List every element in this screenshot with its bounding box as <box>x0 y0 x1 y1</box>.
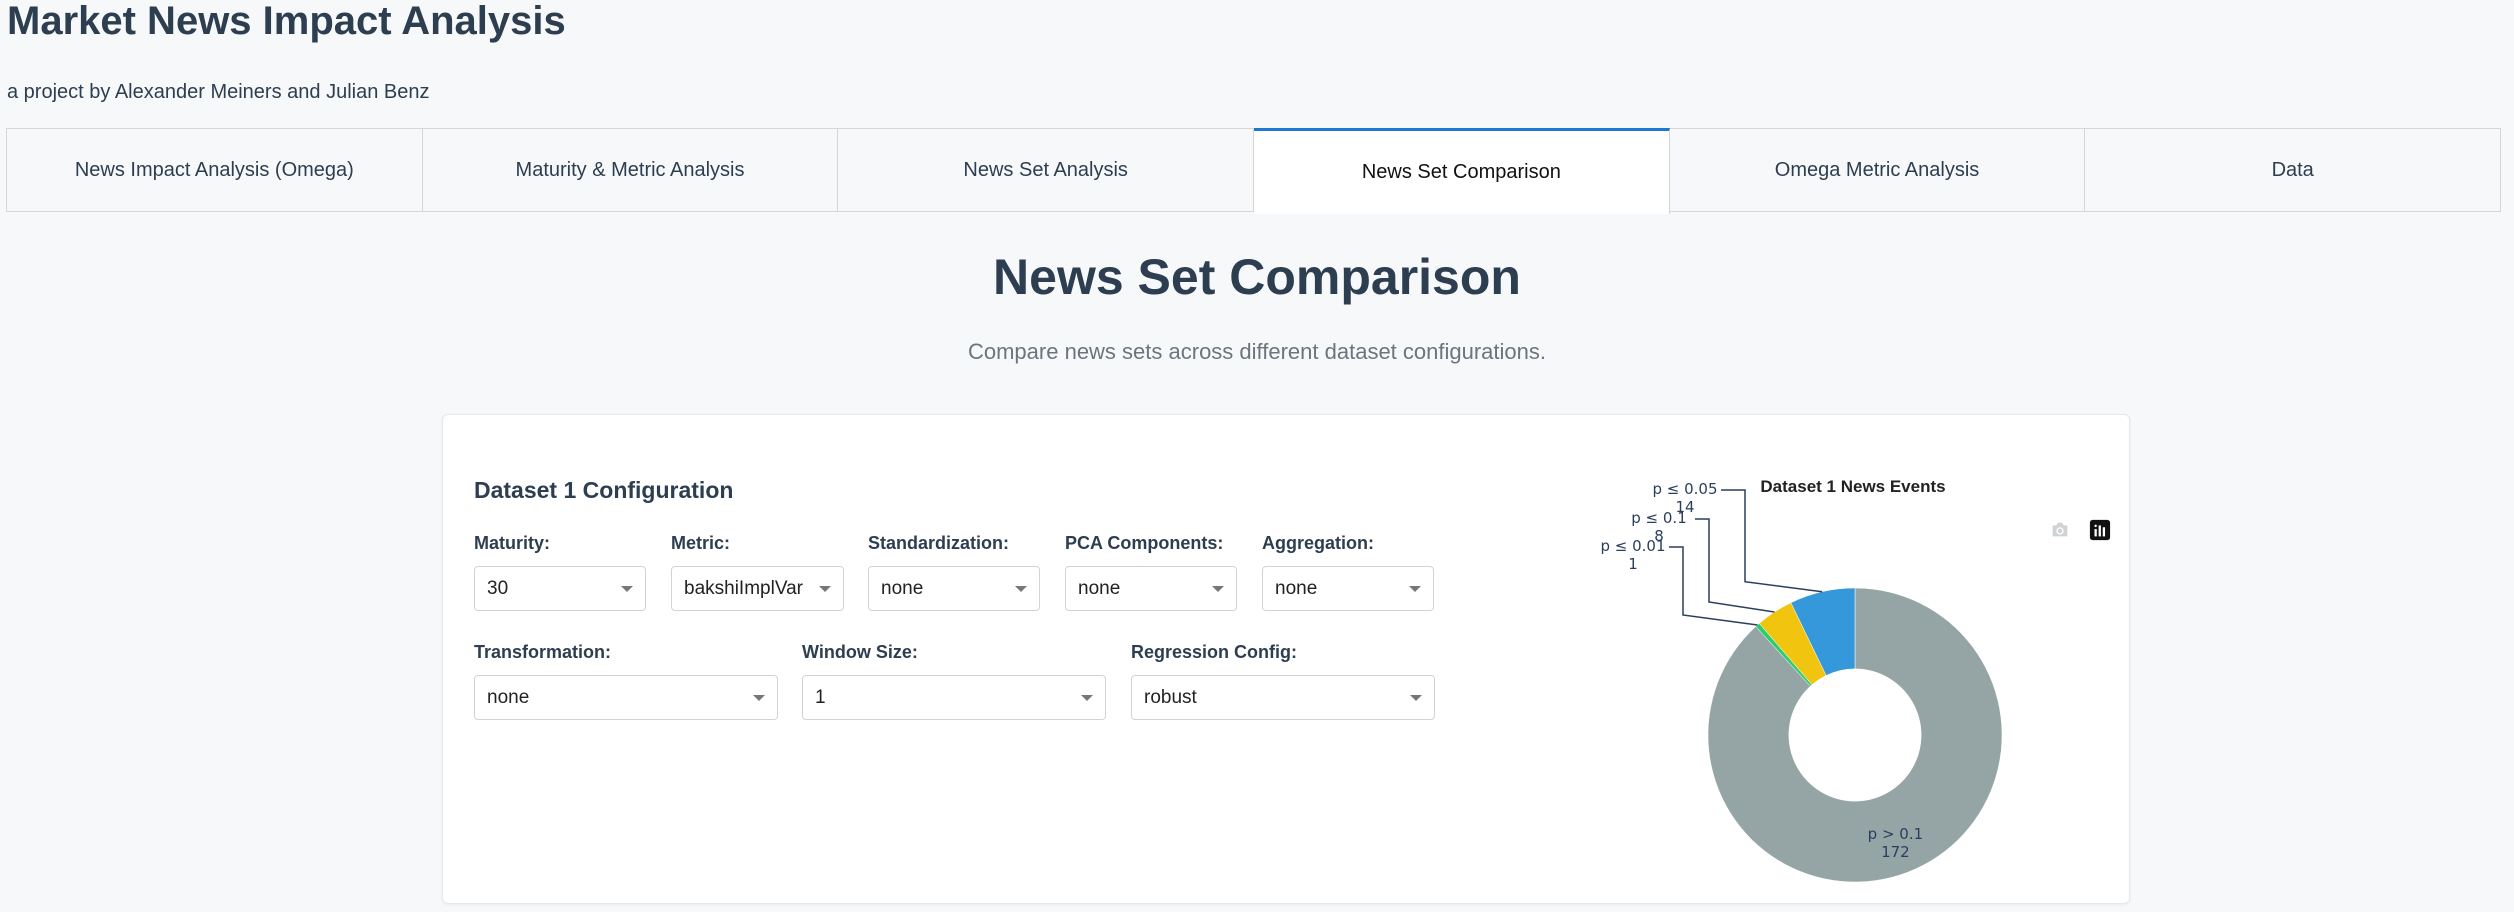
transformation-value: none <box>487 686 530 708</box>
tab-news-set-analysis[interactable]: News Set Analysis <box>838 129 1255 211</box>
maturity-value: 30 <box>487 577 509 599</box>
app-title: Market News Impact Analysis <box>7 0 566 43</box>
page-heading: News Set Comparison <box>993 249 1521 305</box>
metric-value: bakshiImplVar <box>684 577 803 599</box>
metric-field: Metric: bakshiImplVar <box>671 533 844 611</box>
app-subtitle: a project by Alexander Meiners and Julia… <box>7 81 430 103</box>
chevron-down-icon <box>1409 585 1421 592</box>
chevron-down-icon <box>1015 585 1027 592</box>
pca-components-value: none <box>1078 577 1121 599</box>
aggregation-field: Aggregation: none <box>1262 533 1434 611</box>
aggregation-value: none <box>1275 577 1318 599</box>
window-size-field: Window Size: 1 <box>802 642 1106 720</box>
aggregation-label: Aggregation: <box>1262 533 1374 553</box>
pca-components-label: PCA Components: <box>1065 533 1224 553</box>
window-size-value: 1 <box>815 686 826 708</box>
maturity-label: Maturity: <box>474 533 550 553</box>
regression-config-label: Regression Config: <box>1131 642 1298 662</box>
standardization-label: Standardization: <box>868 533 1010 553</box>
transformation-label: Transformation: <box>474 642 612 662</box>
transformation-field: Transformation: none <box>474 642 778 720</box>
chevron-down-icon <box>1212 585 1224 592</box>
chevron-down-icon <box>753 694 765 701</box>
page-description: Compare news sets across different datas… <box>967 339 1546 364</box>
pca-components-select[interactable]: none <box>1065 566 1237 611</box>
regression-config-field: Regression Config: robust <box>1131 642 1435 720</box>
tab-news-impact-analysis[interactable]: News Impact Analysis (Omega) <box>7 129 423 211</box>
pie-chart: p > 0.1 172p ≤ 0.01 1p ≤ 0.1 8p ≤ 0.05 14 <box>1600 480 2003 883</box>
standardization-select[interactable]: none <box>868 566 1040 611</box>
pca-components-field: PCA Components: none <box>1065 533 1237 611</box>
window-size-select[interactable]: 1 <box>802 675 1106 720</box>
chevron-down-icon <box>819 585 831 592</box>
news-events-chart: Dataset 1 News Events p > 0.1 172 p ≤ 0.01… <box>1593 415 2113 905</box>
dataset-config-card: Dataset 1 Configuration Maturity: 30 Met… <box>442 414 2130 904</box>
chevron-down-icon <box>1081 694 1093 701</box>
standardization-field: Standardization: none <box>868 533 1040 611</box>
metric-select[interactable]: bakshiImplVar <box>671 566 844 611</box>
tab-omega-metric-analysis[interactable]: Omega Metric Analysis <box>1670 129 2086 211</box>
standardization-value: none <box>881 577 924 599</box>
regression-config-select[interactable]: robust <box>1131 675 1435 720</box>
tab-maturity-metric-analysis[interactable]: Maturity & Metric Analysis <box>423 129 839 211</box>
regression-config-value: robust <box>1144 686 1197 708</box>
maturity-select[interactable]: 30 <box>474 566 646 611</box>
label-leader-line <box>1669 546 1758 626</box>
aggregation-select[interactable]: none <box>1262 566 1434 611</box>
chevron-down-icon <box>621 585 633 592</box>
metric-label: Metric: <box>671 533 731 553</box>
maturity-field: Maturity: 30 <box>474 533 646 611</box>
tab-data[interactable]: Data <box>2085 129 2500 211</box>
tab-news-set-comparison[interactable]: News Set Comparison <box>1254 128 1670 214</box>
transformation-select[interactable]: none <box>474 675 778 720</box>
tab-bar: News Impact Analysis (Omega) Maturity & … <box>6 128 2501 214</box>
chevron-down-icon <box>1410 694 1422 701</box>
label-leader-line <box>1695 518 1775 613</box>
window-size-label: Window Size: <box>802 642 918 662</box>
config-title: Dataset 1 Configuration <box>474 477 734 503</box>
label-leader-line <box>1721 489 1823 593</box>
